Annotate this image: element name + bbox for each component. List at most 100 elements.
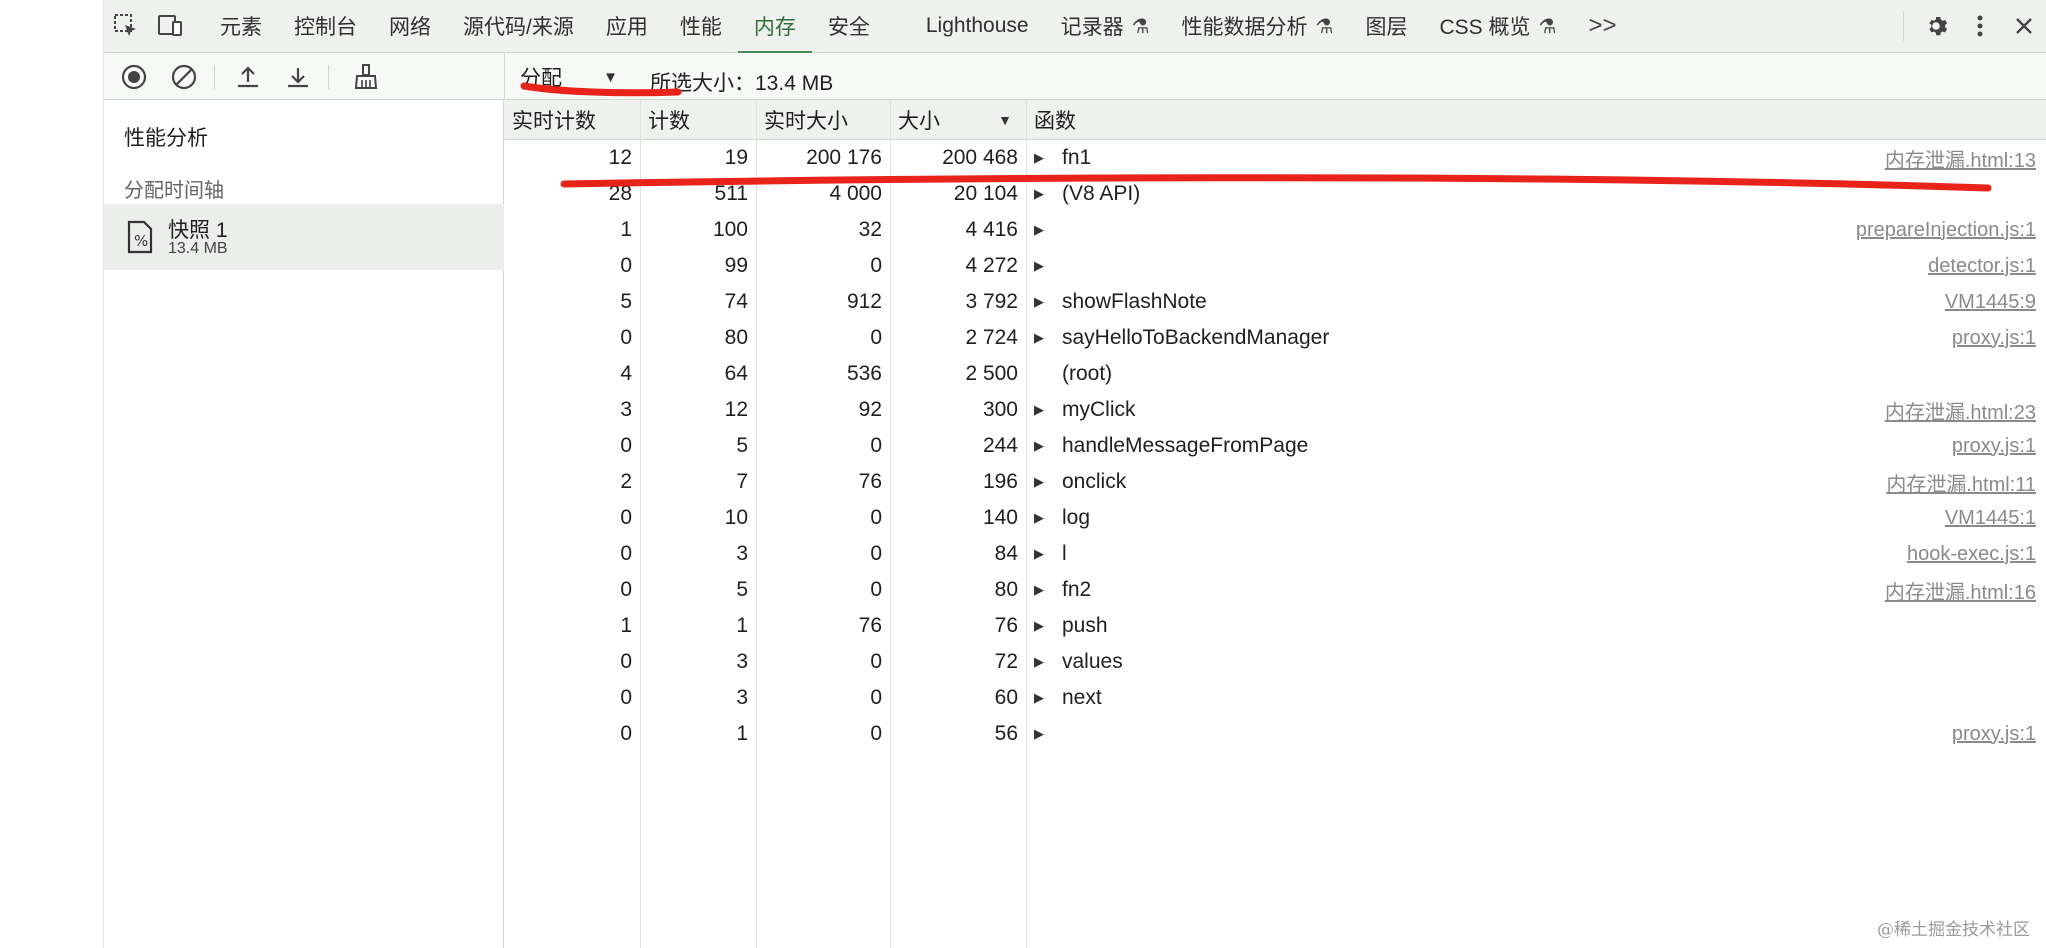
expand-triangle-icon[interactable]: ▶ bbox=[1034, 222, 1054, 238]
upload-icon[interactable] bbox=[230, 59, 266, 95]
table-row[interactable]: 0 80 0 2 724 ▶ sayHelloToBackendManager proxy.… bbox=[504, 320, 2046, 356]
view-select-dropdown[interactable]: 分配 ▼ bbox=[520, 61, 630, 93]
table-row[interactable]: 1 100 32 4 416 ▶ prepareInjection.js:1 bbox=[504, 212, 2046, 248]
header-label: 函数 bbox=[1034, 110, 1076, 133]
table-row[interactable]: 5 74 912 3 792 ▶ showFlashNote VM1445:9 bbox=[504, 284, 2046, 320]
table-row[interactable]: 0 5 0 244 ▶ handleMessageFromPage proxy.js:1 bbox=[504, 428, 2046, 464]
more-options-kebab-icon[interactable] bbox=[1958, 0, 2002, 53]
tab-1[interactable]: 控制台 bbox=[278, 0, 373, 53]
clear-icon[interactable] bbox=[166, 59, 202, 95]
tab-5[interactable]: 性能 bbox=[664, 0, 738, 53]
tab-bar-separator bbox=[1903, 11, 1904, 41]
expand-triangle-icon[interactable]: ▶ bbox=[1034, 582, 1054, 598]
close-devtools-icon[interactable] bbox=[2002, 0, 2046, 53]
expand-triangle-icon[interactable]: ▶ bbox=[1034, 294, 1054, 310]
table-row[interactable]: 0 10 0 140 ▶ log VM1445:1 bbox=[504, 500, 2046, 536]
sidebar-item-snapshot[interactable]: % 快照 1 13.4 MB bbox=[104, 204, 504, 270]
column-header-count[interactable]: 计数 bbox=[640, 100, 756, 140]
cell-size: 3 792 bbox=[965, 290, 1018, 313]
tab-lighthouse[interactable]: Lighthouse bbox=[910, 0, 1045, 53]
table-row[interactable]: 0 1 0 56 ▶ proxy.js:1 bbox=[504, 716, 2046, 752]
cell-function: ▶ fn1 bbox=[1026, 140, 1726, 176]
table-row[interactable]: 0 3 0 72 ▶ values bbox=[504, 644, 2046, 680]
source-link[interactable]: detector.js:1 bbox=[1928, 248, 2036, 284]
tab-6[interactable]: 内存 bbox=[737, 0, 812, 54]
tab-css-overview-label: CSS 概览 bbox=[1439, 16, 1531, 39]
source-link[interactable]: prepareInjection.js:1 bbox=[1856, 212, 2036, 248]
column-header-size[interactable]: 大小 ▼ bbox=[890, 100, 1026, 140]
tab-4[interactable]: 应用 bbox=[590, 0, 664, 53]
tab-layers[interactable]: 图层 bbox=[1349, 0, 1423, 53]
expand-triangle-icon[interactable]: ▶ bbox=[1034, 510, 1054, 526]
tab-performance-insights[interactable]: 性能数据分析 ⚗ bbox=[1166, 0, 1350, 53]
column-header-live-size[interactable]: 实时大小 bbox=[756, 100, 890, 140]
flask-icon: ⚗ bbox=[1315, 15, 1334, 38]
tab-2[interactable]: 网络 bbox=[373, 0, 447, 53]
table-row[interactable]: 3 12 92 300 ▶ myClick 内存泄漏.html:23 bbox=[504, 392, 2046, 428]
table-row[interactable]: 1 1 76 76 ▶ push bbox=[504, 608, 2046, 644]
expand-triangle-icon[interactable]: ▶ bbox=[1034, 726, 1054, 742]
source-link[interactable]: proxy.js:1 bbox=[1952, 716, 2036, 752]
source-link[interactable]: 内存泄漏.html:11 bbox=[1886, 464, 2036, 500]
cell-live-count: 0 bbox=[620, 722, 632, 745]
table-row[interactable]: 0 5 0 80 ▶ fn2 内存泄漏.html:16 bbox=[504, 572, 2046, 608]
column-header-function[interactable]: 函数 bbox=[1026, 100, 2046, 140]
expand-triangle-icon[interactable]: ▶ bbox=[1034, 186, 1054, 202]
cell-count: 3 bbox=[736, 686, 748, 709]
tab-0[interactable]: 元素 bbox=[204, 0, 278, 53]
tab-label: 安全 bbox=[827, 16, 870, 39]
header-label: 大小 bbox=[898, 110, 940, 133]
function-name: (root) bbox=[1062, 362, 1113, 385]
table-row[interactable]: 28 511 4 000 20 104 ▶ (V8 API) bbox=[504, 176, 2046, 212]
cell-count: 99 bbox=[724, 254, 748, 277]
expand-triangle-icon[interactable]: ▶ bbox=[1034, 402, 1054, 418]
cell-size: 84 bbox=[994, 542, 1018, 565]
expand-triangle-icon[interactable]: ▶ bbox=[1034, 150, 1054, 166]
source-link[interactable]: 内存泄漏.html:16 bbox=[1885, 572, 2036, 608]
source-link[interactable]: VM1445:1 bbox=[1945, 500, 2036, 536]
expand-triangle-icon[interactable]: ▶ bbox=[1034, 474, 1054, 490]
record-icon[interactable] bbox=[116, 59, 152, 95]
source-link[interactable]: proxy.js:1 bbox=[1952, 320, 2036, 356]
expand-triangle-icon[interactable]: ▶ bbox=[1034, 618, 1054, 634]
device-toolbar-icon[interactable] bbox=[148, 0, 192, 53]
table-row[interactable]: 0 3 0 60 ▶ next bbox=[504, 680, 2046, 716]
table-row[interactable]: 0 99 0 4 272 ▶ detector.js:1 bbox=[504, 248, 2046, 284]
collect-garbage-broom-icon[interactable] bbox=[348, 59, 384, 95]
tab-7[interactable]: 安全 bbox=[812, 0, 886, 53]
more-tabs-button[interactable]: >> bbox=[1572, 0, 1632, 53]
source-link[interactable]: 内存泄漏.html:13 bbox=[1885, 140, 2036, 176]
cell-count: 7 bbox=[736, 470, 748, 493]
download-icon[interactable] bbox=[280, 59, 316, 95]
inspect-element-icon[interactable] bbox=[104, 0, 148, 53]
expand-triangle-icon[interactable]: ▶ bbox=[1034, 438, 1054, 454]
function-name: (V8 API) bbox=[1062, 182, 1141, 205]
expand-triangle-icon[interactable]: ▶ bbox=[1034, 546, 1054, 562]
table-row[interactable]: 0 3 0 84 ▶ l hook-exec.js:1 bbox=[504, 536, 2046, 572]
table-row[interactable]: 2 7 76 196 ▶ onclick 内存泄漏.html:11 bbox=[504, 464, 2046, 500]
function-name: fn1 bbox=[1062, 146, 1092, 169]
source-link[interactable]: 内存泄漏.html:23 bbox=[1885, 392, 2036, 428]
source-link[interactable]: proxy.js:1 bbox=[1952, 428, 2036, 464]
table-row[interactable]: 12 19 200 176 200 468 ▶ fn1 内存泄漏.html:13 bbox=[504, 140, 2046, 176]
column-header-live-count[interactable]: 实时计数 bbox=[504, 100, 640, 140]
settings-gear-icon[interactable] bbox=[1914, 0, 1958, 53]
cell-count: 100 bbox=[712, 218, 748, 241]
expand-triangle-icon[interactable]: ▶ bbox=[1034, 330, 1054, 346]
cell-live-count: 1 bbox=[620, 218, 632, 241]
tab-label: 元素 bbox=[220, 16, 262, 39]
tab-performance-insights-label: 性能数据分析 bbox=[1181, 16, 1308, 39]
expand-triangle-icon[interactable]: ▶ bbox=[1034, 690, 1054, 706]
table-row[interactable]: 4 64 536 2 500 ▶(root) bbox=[504, 356, 2046, 392]
tab-recorder[interactable]: 记录器 ⚗ bbox=[1045, 0, 1166, 53]
left-blank-area bbox=[0, 0, 104, 948]
cell-live-count: 0 bbox=[620, 686, 632, 709]
expand-triangle-icon[interactable]: ▶ bbox=[1034, 258, 1054, 274]
tab-css-overview[interactable]: CSS 概览 ⚗ bbox=[1423, 0, 1572, 53]
tab-3[interactable]: 源代码/来源 bbox=[447, 0, 590, 53]
source-link[interactable]: VM1445:9 bbox=[1945, 284, 2036, 320]
expand-triangle-icon[interactable]: ▶ bbox=[1034, 654, 1054, 670]
source-link[interactable]: hook-exec.js:1 bbox=[1907, 536, 2036, 572]
cell-count: 5 bbox=[736, 434, 748, 457]
cell-function: ▶ next bbox=[1026, 680, 1726, 716]
